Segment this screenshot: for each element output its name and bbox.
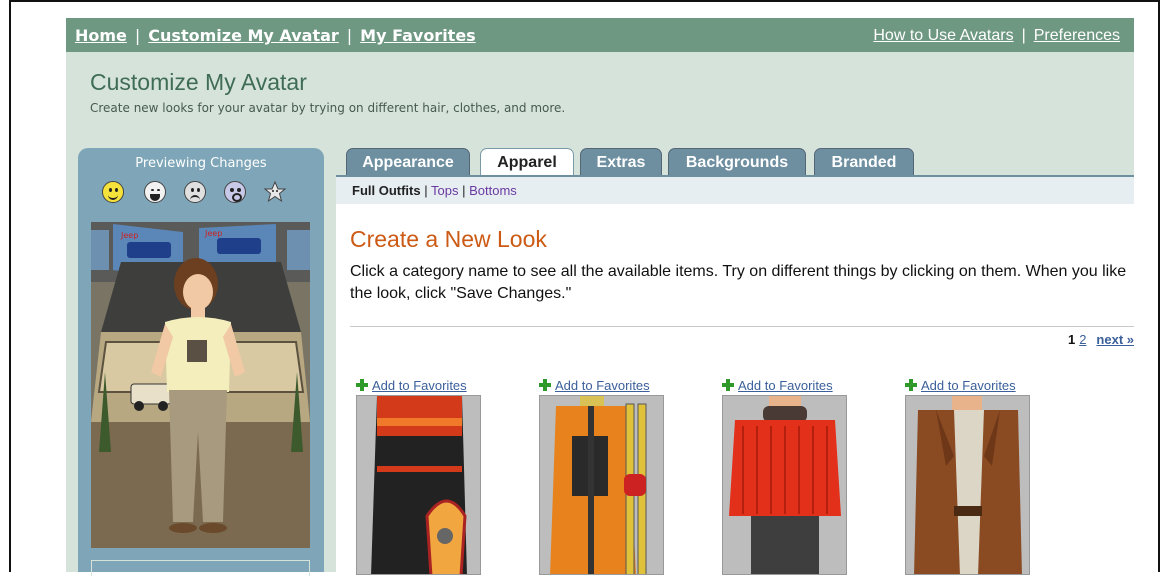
laughing-face-icon[interactable]	[144, 181, 166, 203]
category-tabs: Appearance Apparel Extras Backgrounds Br…	[346, 148, 1136, 180]
page-2-link[interactable]: 2	[1079, 332, 1086, 347]
subtab-tops[interactable]: Tops	[431, 183, 458, 198]
add-to-favorites-link[interactable]: Add to Favorites	[905, 378, 1016, 393]
outfit-item: Add to Favorites	[905, 375, 1035, 575]
create-look-heading: Create a New Look	[350, 226, 547, 252]
add-to-favorites-link[interactable]: Add to Favorites	[722, 378, 833, 393]
add-to-favorites-label: Add to Favorites	[738, 378, 833, 393]
add-to-favorites-link[interactable]: Add to Favorites	[356, 378, 467, 393]
outfit-thumbnail[interactable]	[722, 395, 847, 575]
sad-face-icon[interactable]	[184, 181, 206, 203]
plus-icon	[905, 379, 917, 391]
nav-customize-link[interactable]: Customize My Avatar	[148, 26, 338, 45]
tab-appearance[interactable]: Appearance	[346, 148, 470, 176]
add-to-favorites-label: Add to Favorites	[372, 378, 467, 393]
add-to-favorites-label: Add to Favorites	[921, 378, 1016, 393]
secondary-nav: How to Use Avatars | Preferences	[873, 27, 1120, 45]
outfit-thumbnail[interactable]	[905, 395, 1030, 575]
avatar-preview-image: Jeep Jeep	[91, 222, 310, 548]
page-title: Customize My Avatar	[90, 69, 307, 95]
next-page-link[interactable]: next »	[1096, 332, 1134, 347]
tab-extras[interactable]: Extras	[580, 148, 662, 176]
outfit-thumbnail[interactable]	[539, 395, 664, 575]
outfit-item: Add to Favorites	[356, 375, 486, 575]
how-to-use-link[interactable]: How to Use Avatars	[873, 27, 1013, 44]
tab-backgrounds[interactable]: Backgrounds	[668, 148, 806, 176]
plus-icon	[539, 379, 551, 391]
preview-footer-button[interactable]	[91, 560, 310, 576]
outfit-item: Add to Favorites	[539, 375, 669, 575]
preview-title: Previewing Changes	[135, 156, 267, 171]
subtab-separator: |	[462, 183, 466, 198]
svg-text:Jeep: Jeep	[204, 229, 222, 238]
preview-panel: Previewing Changes Jeep Jeep	[78, 148, 324, 576]
avatar-panel: Home | Customize My Avatar | My Favorites Ho…	[66, 18, 1136, 576]
nav-favorites-link[interactable]: My Favorites	[360, 26, 476, 45]
nav-separator: |	[1021, 27, 1026, 44]
pagination: 1 2 next »	[1068, 332, 1134, 347]
nav-separator: |	[346, 26, 353, 45]
subtab-bottoms[interactable]: Bottoms	[469, 183, 517, 198]
subtab-full-outfits[interactable]: Full Outfits	[352, 183, 421, 198]
add-to-favorites-label: Add to Favorites	[555, 378, 650, 393]
preferences-link[interactable]: Preferences	[1034, 27, 1120, 44]
plus-icon	[722, 379, 734, 391]
content-divider	[350, 326, 1134, 327]
subcategory-links: Full Outfits | Tops | Bottoms	[352, 183, 517, 198]
primary-nav: Home | Customize My Avatar | My Favorites	[75, 26, 476, 45]
shocked-face-icon[interactable]	[224, 181, 246, 203]
nav-separator: |	[134, 26, 141, 45]
plus-icon	[356, 379, 368, 391]
tab-branded[interactable]: Branded	[814, 148, 914, 176]
top-navigation-bar: Home | Customize My Avatar | My Favorites Ho…	[66, 18, 1134, 52]
happy-face-icon[interactable]	[102, 181, 124, 203]
create-look-description: Click a category name to see all the ava…	[350, 263, 1127, 302]
page-subtitle: Create new looks for your avatar by tryi…	[90, 101, 566, 115]
subtab-separator: |	[424, 183, 428, 198]
outfit-item: Add to Favorites	[722, 375, 852, 575]
star-face-icon[interactable]	[263, 180, 287, 203]
nav-home-link[interactable]: Home	[75, 26, 127, 45]
svg-text:Jeep: Jeep	[120, 231, 138, 240]
emotion-selector	[102, 180, 302, 205]
add-to-favorites-link[interactable]: Add to Favorites	[539, 378, 650, 393]
outfit-thumbnail[interactable]	[356, 395, 481, 575]
current-page: 1	[1067, 332, 1076, 347]
